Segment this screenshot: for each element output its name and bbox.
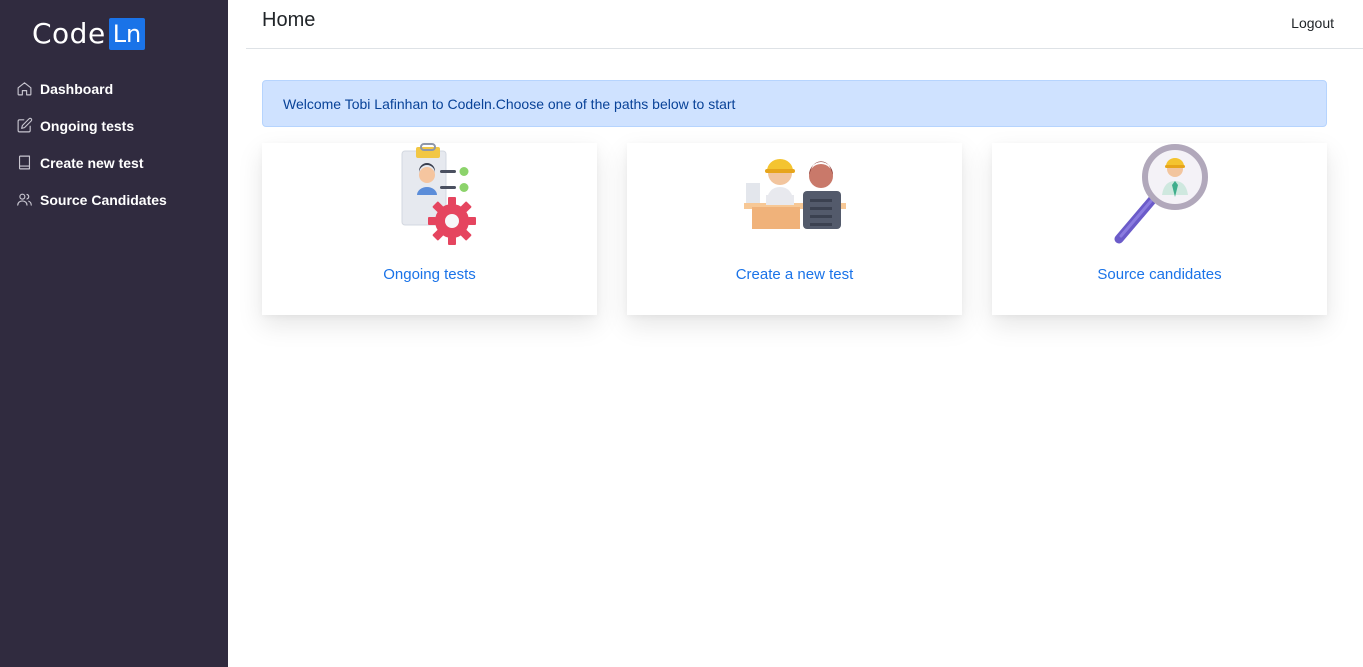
card-label[interactable]: Create a new test: [627, 266, 962, 283]
sidebar-item-create-new-test[interactable]: Create new test: [0, 144, 228, 181]
logo-text: Code: [32, 17, 106, 50]
card-label[interactable]: Source candidates: [992, 266, 1327, 283]
sidebar-item-ongoing-tests[interactable]: Ongoing tests: [0, 107, 228, 144]
card-label[interactable]: Ongoing tests: [262, 266, 597, 283]
sidebar-nav: Dashboard Ongoing tests Create new test: [0, 70, 228, 218]
page-title: Home: [262, 9, 316, 31]
ongoing-tests-card[interactable]: Ongoing tests: [262, 143, 597, 315]
clipboard-gear-icon: [401, 143, 476, 245]
edit-icon: [17, 117, 33, 133]
interview-desk-icon: [743, 159, 846, 229]
sidebar-item-label: Create new test: [40, 154, 144, 171]
home-icon: [17, 82, 32, 96]
users-icon: [17, 193, 32, 206]
sidebar-item-label: Source Candidates: [40, 191, 167, 208]
app-logo[interactable]: Code Ln: [32, 17, 146, 51]
sidebar-item-label: Ongoing tests: [40, 117, 135, 134]
welcome-alert-text: Welcome Tobi Lafinhan to Codeln.Choose o…: [283, 95, 736, 112]
top-bar: Home Logout: [246, 0, 1363, 49]
logout-link[interactable]: Logout: [1291, 15, 1334, 31]
magnifier-candidate-icon: [1114, 144, 1208, 244]
source-candidates-card[interactable]: Source candidates: [992, 143, 1327, 315]
sidebar-item-label: Dashboard: [40, 80, 114, 97]
welcome-alert: Welcome Tobi Lafinhan to Codeln.Choose o…: [262, 80, 1327, 127]
sidebar-item-dashboard[interactable]: Dashboard: [0, 70, 228, 107]
sidebar-item-source-candidates[interactable]: Source Candidates: [0, 181, 228, 218]
sidebar: Code Ln Dashboard Ongoing tests Create n…: [0, 0, 228, 667]
create-new-test-card[interactable]: Create a new test: [627, 143, 962, 315]
logo-badge: Ln: [108, 18, 146, 50]
book-icon: [18, 155, 31, 170]
